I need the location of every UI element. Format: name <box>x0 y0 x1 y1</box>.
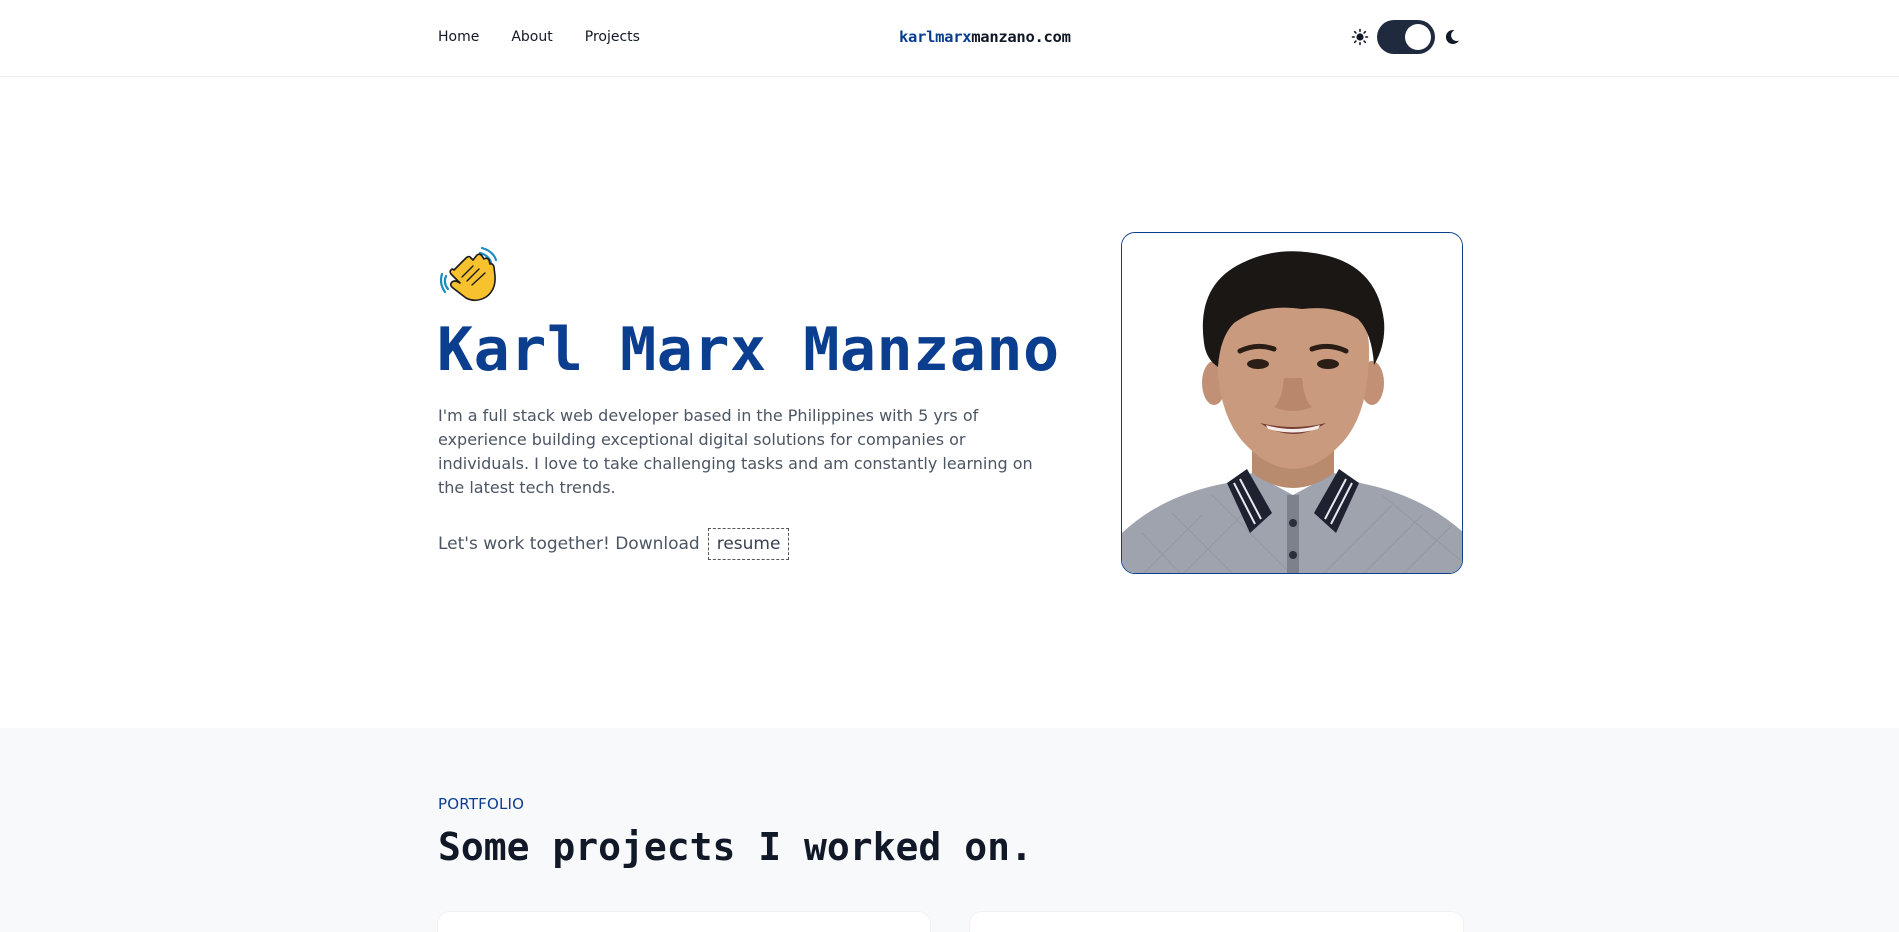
nav-projects-link[interactable]: Projects <box>585 28 640 46</box>
project-card[interactable] <box>970 912 1463 932</box>
section-title: Some projects I worked on. <box>438 825 1033 869</box>
resume-download-button[interactable]: resume <box>707 528 790 560</box>
waving-hand-icon <box>439 246 498 304</box>
theme-toggle[interactable] <box>1377 20 1435 54</box>
cta-text: Let's work together! Download <box>438 534 700 554</box>
nav-home-link[interactable]: Home <box>438 28 479 46</box>
hero-bio: I'm a full stack web developer based in … <box>438 406 1033 497</box>
hero-cta: Let's work together! Download resume <box>438 528 790 560</box>
profile-photo <box>1121 232 1463 574</box>
logo-part-first: karlmarx <box>899 28 972 46</box>
main-nav: Home About Projects <box>438 28 640 46</box>
site-logo[interactable]: karlmarxmanzano.com <box>899 26 1071 48</box>
project-card[interactable] <box>438 912 930 932</box>
section-kicker: PORTFOLIO <box>438 795 525 813</box>
site-header: Home About Projects karlmarxmanzano.com <box>0 0 1899 77</box>
logo-part-second: manzano.com <box>971 28 1071 46</box>
sun-icon <box>1351 28 1369 46</box>
moon-icon <box>1443 28 1461 46</box>
theme-switcher <box>1351 20 1461 54</box>
nav-about-link[interactable]: About <box>511 28 552 46</box>
toggle-knob <box>1405 24 1431 50</box>
hero-name: Karl Marx Manzano <box>437 315 1060 385</box>
portfolio-section: PORTFOLIO Some projects I worked on. <box>0 728 1899 932</box>
